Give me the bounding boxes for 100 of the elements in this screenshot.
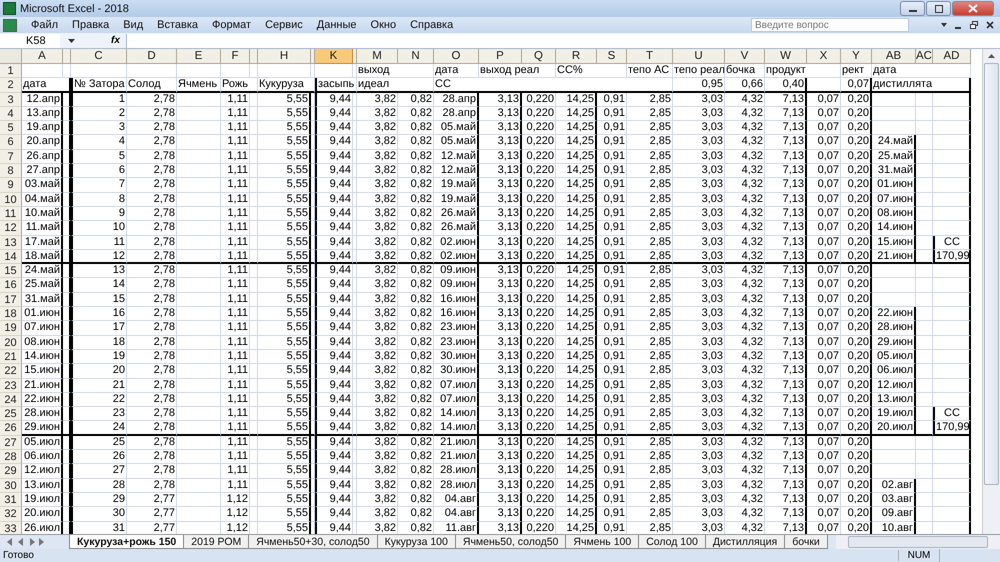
column-header[interactable]: C — [71, 49, 127, 64]
dropdown-arrow-icon[interactable] — [941, 23, 947, 27]
row-header[interactable]: 25 — [0, 407, 22, 422]
column-header[interactable]: H — [258, 49, 311, 64]
row-header[interactable]: 20 — [0, 336, 22, 350]
maximize-button[interactable] — [926, 1, 951, 16]
close-button[interactable] — [952, 1, 994, 16]
row-header[interactable]: 15 — [0, 264, 22, 278]
table-cell: 3,03 — [673, 106, 725, 122]
column-header[interactable]: R — [556, 49, 597, 64]
sheet-tab[interactable]: Ячмень50+30, солод50 — [248, 535, 378, 549]
row-header[interactable]: 23 — [0, 378, 22, 393]
table-cell: 12.апр — [22, 92, 63, 107]
table-cell — [933, 464, 971, 479]
table-cell — [933, 121, 971, 136]
row-header[interactable]: 1 — [0, 64, 22, 78]
row-header[interactable]: 19 — [0, 321, 22, 336]
close-icon[interactable] — [986, 21, 994, 29]
row-header[interactable]: 11 — [0, 206, 22, 222]
row-header[interactable]: 8 — [0, 164, 22, 178]
table-cell — [933, 150, 971, 164]
name-box[interactable]: K58 — [0, 34, 60, 48]
sheet-tab[interactable]: 2019 РОМ — [183, 535, 250, 549]
row-header[interactable]: 2 — [0, 78, 22, 93]
menu-item[interactable]: Данные — [310, 19, 363, 31]
row-header[interactable]: 29 — [0, 464, 22, 479]
row-header[interactable]: 27 — [0, 436, 22, 450]
row-header[interactable]: 16 — [0, 278, 22, 293]
row-header[interactable]: 31 — [0, 492, 22, 508]
menu-item[interactable]: Вставка — [151, 19, 204, 31]
column-header[interactable]: D — [127, 49, 177, 64]
sheet-tab[interactable]: Солод 100 — [638, 535, 706, 549]
column-header[interactable]: AC — [916, 49, 933, 64]
table-cell — [933, 278, 971, 293]
column-header[interactable]: S — [597, 49, 627, 64]
restore-icon[interactable] — [970, 21, 978, 29]
help-search-field[interactable]: Введите вопрос — [751, 18, 909, 32]
row-header[interactable]: 33 — [0, 522, 22, 534]
column-header[interactable]: P — [479, 49, 522, 64]
menu-item[interactable]: Сервис — [259, 19, 309, 31]
vertical-scrollbar[interactable] — [982, 49, 1000, 534]
row-header[interactable]: 5 — [0, 121, 22, 136]
column-header[interactable]: M — [357, 49, 398, 64]
row-header[interactable]: 10 — [0, 192, 22, 207]
menu-item[interactable]: Вид — [117, 19, 150, 31]
horizontal-scrollbar[interactable] — [836, 535, 1000, 549]
column-header[interactable]: V — [725, 49, 765, 64]
dropdown-arrow-icon[interactable] — [68, 38, 75, 42]
table-cell: 3,03 — [673, 221, 725, 236]
row-header[interactable]: 4 — [0, 106, 22, 122]
minimize-button[interactable] — [900, 1, 925, 16]
row-header[interactable]: 17 — [0, 292, 22, 308]
table-cell: 9,44 — [315, 206, 353, 222]
sheet-tab[interactable]: Кукуруза 100 — [376, 535, 456, 549]
row-header[interactable]: 13 — [0, 236, 22, 250]
row-header[interactable]: 24 — [0, 392, 22, 408]
row-header[interactable]: 28 — [0, 450, 22, 464]
function-label[interactable]: fx — [111, 35, 120, 46]
menu-item[interactable]: Окно — [364, 19, 402, 31]
row-header[interactable]: 7 — [0, 150, 22, 164]
column-header[interactable]: AD — [933, 49, 971, 64]
row-header[interactable]: 30 — [0, 478, 22, 493]
sheet-tab[interactable]: Ячмень 100 — [565, 535, 640, 549]
up-arrow-icon[interactable] — [988, 54, 995, 58]
column-header[interactable]: W — [765, 49, 807, 64]
row-header[interactable]: 3 — [0, 92, 22, 107]
column-header[interactable]: Q — [522, 49, 556, 64]
column-header[interactable]: F — [221, 49, 250, 64]
row-header[interactable]: 26 — [0, 421, 22, 436]
formula-field[interactable] — [126, 34, 1000, 48]
row-header[interactable]: 14 — [0, 250, 22, 264]
table-cell: 0,82 — [398, 436, 434, 450]
menu-item[interactable]: Справка — [404, 19, 460, 31]
menu-item[interactable]: Правка — [66, 19, 116, 31]
sheet-tab[interactable]: Кукуруза+рожь 150 — [69, 535, 184, 549]
row-header[interactable]: 32 — [0, 507, 22, 522]
row-header[interactable]: 9 — [0, 178, 22, 193]
sheet-tab[interactable]: Дистилляция — [704, 535, 786, 549]
column-header[interactable]: A — [22, 49, 63, 64]
menu-item[interactable]: Формат — [206, 19, 258, 31]
column-header[interactable]: Y — [841, 49, 872, 64]
row-header[interactable]: 22 — [0, 364, 22, 379]
column-header[interactable]: O — [434, 49, 479, 64]
column-header[interactable]: AB — [872, 49, 916, 64]
table-cell: 0,91 — [597, 92, 627, 107]
column-header[interactable]: U — [673, 49, 725, 64]
column-header[interactable]: N — [398, 49, 434, 64]
column-header[interactable]: E — [177, 49, 221, 64]
table-cell: 2,78 — [127, 178, 177, 193]
sheet-tab[interactable]: Ячмень50, солод50 — [454, 535, 566, 549]
row-header[interactable]: 18 — [0, 307, 22, 322]
row-header[interactable]: 21 — [0, 350, 22, 364]
row-header[interactable]: 12 — [0, 221, 22, 236]
column-header[interactable]: K — [315, 49, 353, 64]
column-header[interactable]: T — [627, 49, 673, 64]
sheet-tab[interactable]: бочки — [784, 535, 828, 549]
row-header[interactable]: 6 — [0, 135, 22, 150]
column-header[interactable]: X — [807, 49, 841, 64]
menu-item[interactable]: Файл — [25, 19, 64, 31]
table-cell: CC — [933, 236, 971, 250]
